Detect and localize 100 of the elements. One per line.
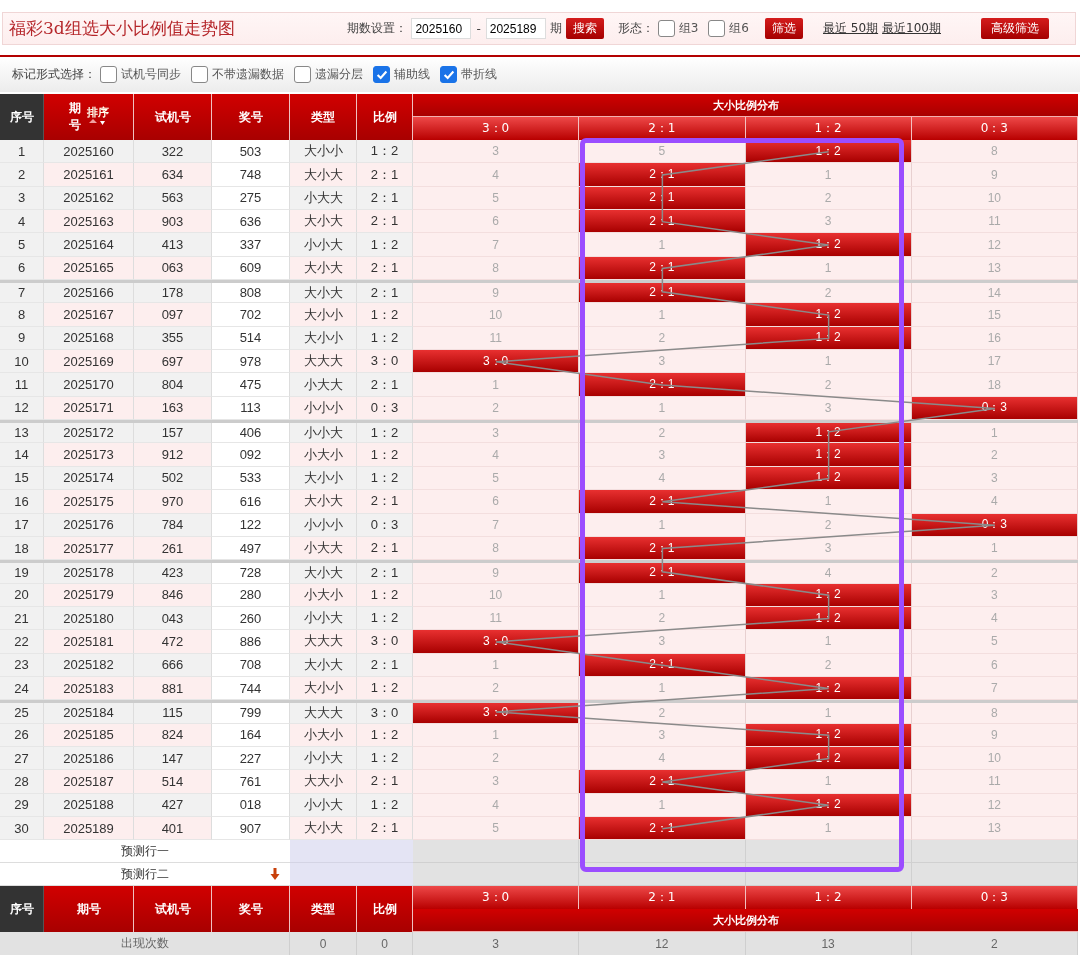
type-cell: 小大大 xyxy=(290,536,357,561)
draw-number: 761 xyxy=(212,770,290,794)
search-button[interactable]: 搜索 xyxy=(565,18,604,39)
totals-label: 出现次数 xyxy=(0,932,290,956)
checkbox[interactable] xyxy=(191,66,208,83)
trial-number: 163 xyxy=(134,396,212,421)
miss-count: 2 xyxy=(745,373,912,397)
sort-control[interactable]: 排序 xyxy=(86,106,109,128)
miss-count: 4 xyxy=(911,606,1078,631)
ratio-cell: 3：0 xyxy=(357,350,413,374)
advanced-filter-button[interactable]: 高级筛选 xyxy=(981,18,1049,39)
forecast-input-cell[interactable] xyxy=(290,863,413,887)
ratio-cell: 1：2 xyxy=(357,443,413,467)
miss-count: 1 xyxy=(745,703,912,724)
checkbox[interactable] xyxy=(440,66,457,83)
forecast-cell[interactable] xyxy=(413,840,580,864)
checkbox-label: 带折线 xyxy=(461,66,497,83)
ratio-cell: 2：1 xyxy=(357,256,413,281)
forecast-cell[interactable] xyxy=(911,840,1078,864)
draw-number: 728 xyxy=(212,563,290,584)
trial-number: 634 xyxy=(134,163,212,187)
miss-count: 2 xyxy=(413,676,580,701)
hit-cell: 1：2 xyxy=(745,303,912,327)
draw-number: 886 xyxy=(212,630,290,654)
miss-count: 8 xyxy=(413,256,580,281)
miss-count: 1 xyxy=(579,303,746,327)
recent-periods-link[interactable]: 最近 50期 xyxy=(823,20,879,37)
miss-count: 6 xyxy=(413,210,580,234)
miss-count: 1 xyxy=(413,723,580,747)
hit-cell: 2：1 xyxy=(579,210,746,234)
miss-count: 1 xyxy=(745,490,912,514)
type-cell: 大大大 xyxy=(290,703,357,724)
miss-count: 7 xyxy=(413,233,580,257)
row-number: 7 xyxy=(0,283,44,304)
ratio-cell: 1：2 xyxy=(357,303,413,327)
miss-count: 12 xyxy=(911,233,1078,257)
checkbox[interactable] xyxy=(657,20,675,37)
type-cell: 大大大 xyxy=(290,630,357,654)
row-number: 15 xyxy=(0,466,44,491)
ratio-cell: 3：0 xyxy=(357,703,413,724)
ratio-cell: 1：2 xyxy=(357,723,413,747)
ratio-cell: 2：1 xyxy=(357,283,413,304)
miss-count: 1 xyxy=(413,373,580,397)
draw-number: 260 xyxy=(212,606,290,631)
period-end-field[interactable]: 2025189 xyxy=(485,18,546,39)
checkbox[interactable] xyxy=(100,66,117,83)
issue-number: 2025173 xyxy=(44,443,134,467)
ratio-cell: 2：1 xyxy=(357,653,413,677)
forecast-cell[interactable] xyxy=(579,840,746,864)
forecast-input-cell[interactable] xyxy=(290,840,413,864)
period-start-field[interactable]: 2025160 xyxy=(411,18,472,39)
issue-number: 2025176 xyxy=(44,513,134,537)
recent-periods-link[interactable]: 最近100期 xyxy=(882,20,941,37)
miss-count: 1 xyxy=(911,423,1078,444)
trial-number: 097 xyxy=(134,303,212,327)
forecast-cell[interactable] xyxy=(413,863,580,887)
ratio-cell: 1：2 xyxy=(357,606,413,631)
ratio-header: 1：2 xyxy=(745,886,912,910)
issue-number: 2025174 xyxy=(44,466,134,491)
row-number: 26 xyxy=(0,723,44,747)
form-label: 形态： xyxy=(617,20,654,37)
checkbox-label: 组3 xyxy=(678,20,699,37)
checkbox[interactable] xyxy=(294,66,311,83)
issue-number: 2025164 xyxy=(44,233,134,257)
draw-number: 275 xyxy=(212,186,290,211)
draw-number: 708 xyxy=(212,653,290,677)
issue-number: 2025189 xyxy=(44,816,134,841)
totals-cell: 3 xyxy=(413,932,580,956)
forecast-cell[interactable] xyxy=(745,840,912,864)
draw-number: 609 xyxy=(212,256,290,281)
filter-button[interactable]: 筛选 xyxy=(765,18,803,39)
type-cell: 小小大 xyxy=(290,423,357,444)
ratio-cell: 1：2 xyxy=(357,140,413,164)
miss-count: 2 xyxy=(579,423,746,444)
forecast-cell[interactable] xyxy=(911,863,1078,887)
trial-number: 697 xyxy=(134,350,212,374)
miss-count: 9 xyxy=(413,563,580,584)
checkbox-label: 遗漏分层 xyxy=(315,66,363,83)
miss-count: 13 xyxy=(911,816,1078,841)
miss-count: 3 xyxy=(413,423,580,444)
draw-number: 702 xyxy=(212,303,290,327)
issue-number: 2025184 xyxy=(44,703,134,724)
checkbox[interactable] xyxy=(708,20,726,37)
miss-count: 1 xyxy=(745,630,912,654)
row-number: 18 xyxy=(0,536,44,561)
draw-number: 808 xyxy=(212,283,290,304)
checkbox[interactable] xyxy=(373,66,390,83)
trial-number: 784 xyxy=(134,513,212,537)
column-header: 奖号 xyxy=(212,94,290,140)
down-arrow-icon[interactable] xyxy=(270,868,280,881)
ratio-cell: 1：2 xyxy=(357,326,413,351)
draw-number: 744 xyxy=(212,676,290,701)
miss-count: 2 xyxy=(911,563,1078,584)
draw-number: 113 xyxy=(212,396,290,421)
type-cell: 小小小 xyxy=(290,513,357,537)
totals-cell: 0 xyxy=(290,932,357,956)
row-number: 19 xyxy=(0,563,44,584)
miss-count: 2 xyxy=(745,283,912,304)
totals-cell: 2 xyxy=(911,932,1078,956)
type-cell: 大小大 xyxy=(290,210,357,234)
